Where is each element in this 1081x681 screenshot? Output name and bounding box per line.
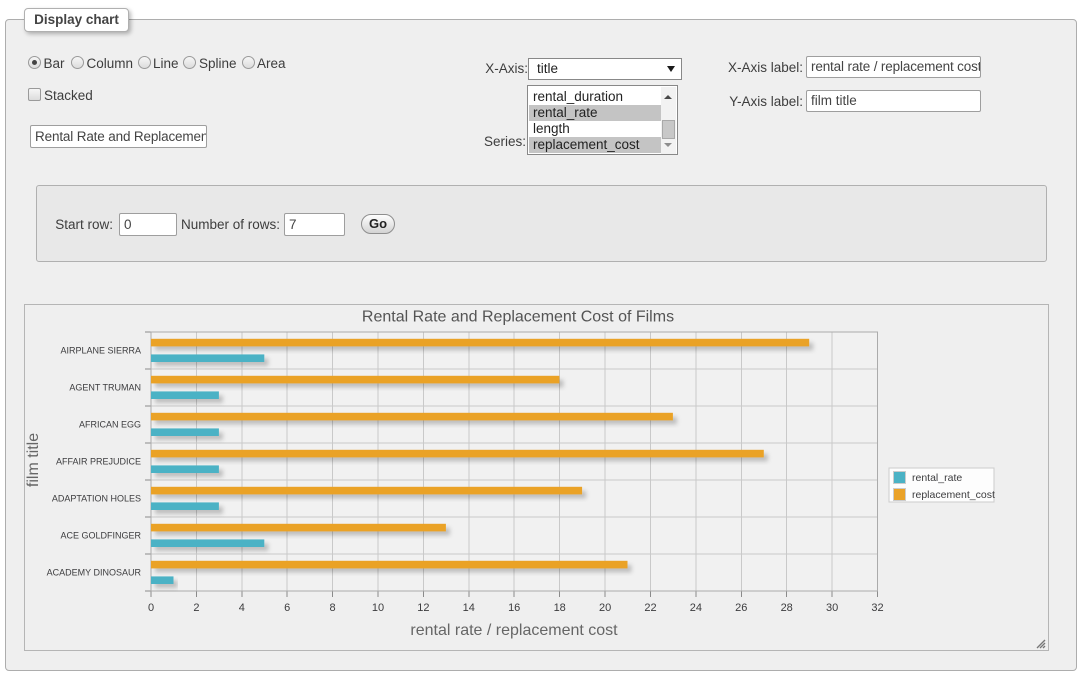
svg-text:32: 32 xyxy=(871,602,883,614)
svg-text:AFFAIR PREJUDICE: AFFAIR PREJUDICE xyxy=(56,457,141,467)
svg-text:rental_rate: rental_rate xyxy=(912,472,962,484)
svg-text:12: 12 xyxy=(417,602,429,614)
svg-text:16: 16 xyxy=(508,602,520,614)
svg-text:ACE GOLDFINGER: ACE GOLDFINGER xyxy=(60,531,141,541)
svg-text:rental rate / replacement cost: rental rate / replacement cost xyxy=(410,622,618,639)
svg-text:8: 8 xyxy=(330,602,336,614)
svg-text:film title: film title xyxy=(25,433,42,487)
svg-text:10: 10 xyxy=(372,602,384,614)
svg-text:22: 22 xyxy=(644,602,656,614)
svg-text:0: 0 xyxy=(148,602,154,614)
svg-text:AIRPLANE SIERRA: AIRPLANE SIERRA xyxy=(60,346,141,356)
svg-text:6: 6 xyxy=(284,602,290,614)
svg-text:14: 14 xyxy=(463,602,475,614)
svg-text:18: 18 xyxy=(554,602,566,614)
svg-text:20: 20 xyxy=(599,602,611,614)
svg-text:28: 28 xyxy=(781,602,793,614)
svg-text:26: 26 xyxy=(735,602,747,614)
svg-text:ADAPTATION HOLES: ADAPTATION HOLES xyxy=(52,494,141,504)
svg-text:replacement_cost: replacement_cost xyxy=(912,489,995,501)
svg-text:2: 2 xyxy=(193,602,199,614)
svg-text:30: 30 xyxy=(826,602,838,614)
svg-text:ACADEMY DINOSAUR: ACADEMY DINOSAUR xyxy=(47,568,142,578)
svg-text:AFRICAN EGG: AFRICAN EGG xyxy=(79,420,141,430)
svg-text:AGENT TRUMAN: AGENT TRUMAN xyxy=(69,383,141,393)
svg-text:24: 24 xyxy=(690,602,702,614)
svg-text:Rental Rate and Replacement Co: Rental Rate and Replacement Cost of Film… xyxy=(362,309,674,326)
svg-text:4: 4 xyxy=(239,602,245,614)
